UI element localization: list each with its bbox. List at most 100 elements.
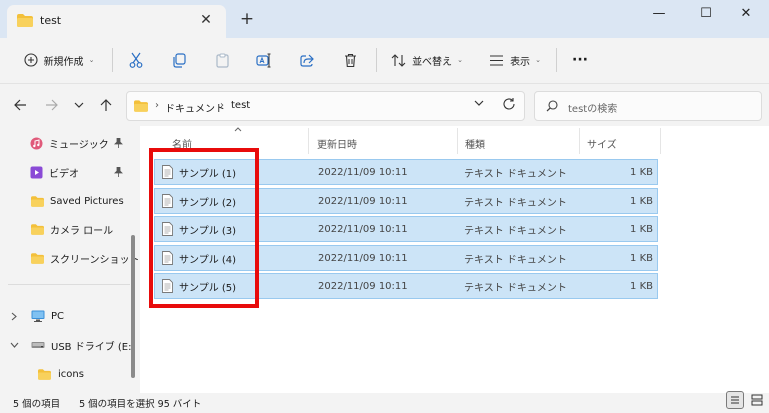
folder-icon bbox=[31, 195, 44, 207]
file-size: 1 KB bbox=[630, 280, 653, 292]
chevron-down-icon: ⌄ bbox=[535, 56, 541, 64]
column-header-label: 更新日時 bbox=[317, 139, 357, 151]
column-header-label: サイズ bbox=[587, 139, 617, 151]
sort-button[interactable]: 並べ替え ⌄ bbox=[386, 45, 468, 75]
chevron-down-icon: ⌄ bbox=[88, 56, 95, 64]
usb-drive-icon bbox=[31, 341, 45, 349]
folder-icon bbox=[31, 223, 44, 235]
folder-icon bbox=[31, 252, 44, 264]
delete-button[interactable] bbox=[337, 45, 363, 75]
view-button[interactable]: 表示 ⌄ bbox=[482, 45, 548, 75]
sidebar-item-saved-pictures[interactable]: Saved Pictures bbox=[0, 188, 139, 214]
sidebar-item-label: ミュージック bbox=[49, 139, 109, 151]
file-date: 2022/11/09 10:11 bbox=[318, 223, 408, 235]
column-header-date[interactable]: 更新日時 bbox=[317, 132, 457, 154]
tiles-view-icon[interactable] bbox=[749, 392, 765, 408]
rename-button[interactable] bbox=[251, 45, 277, 75]
file-type: テキスト ドキュメント bbox=[464, 168, 567, 180]
highlight-box bbox=[149, 148, 259, 308]
sort-button-label: 並べ替え bbox=[412, 56, 453, 68]
paste-button[interactable] bbox=[209, 45, 235, 75]
music-icon bbox=[30, 137, 43, 150]
video-icon bbox=[30, 166, 43, 179]
sidebar-item-label: USB ドライブ (E:) bbox=[51, 341, 136, 353]
more-options-button[interactable]: ··· bbox=[566, 45, 594, 75]
column-divider[interactable] bbox=[660, 128, 661, 154]
pin-icon bbox=[114, 138, 123, 148]
file-size: 1 KB bbox=[630, 223, 653, 235]
address-history-chevron-icon[interactable] bbox=[474, 100, 484, 106]
sidebar-item-label: icons bbox=[58, 368, 84, 380]
column-divider[interactable] bbox=[579, 128, 580, 154]
toolbar-divider bbox=[376, 48, 377, 72]
new-tab-button[interactable]: + bbox=[238, 10, 256, 28]
sidebar-item-label: PC bbox=[51, 310, 65, 322]
sidebar-item-screenshots[interactable]: スクリーンショット 1 bbox=[0, 245, 139, 271]
file-type: テキスト ドキュメント bbox=[464, 197, 567, 209]
file-size: 1 KB bbox=[630, 195, 653, 207]
toolbar-divider bbox=[556, 48, 557, 72]
copy-icon bbox=[172, 52, 186, 68]
sidebar-item-pc[interactable]: PC bbox=[0, 303, 139, 329]
clipboard-icon bbox=[215, 53, 229, 68]
toolbar-divider bbox=[112, 48, 113, 72]
forward-arrow-icon[interactable] bbox=[41, 95, 61, 115]
sidebar-divider bbox=[8, 284, 130, 285]
tab-title: test bbox=[40, 14, 62, 27]
column-header-label: 種類 bbox=[465, 139, 485, 151]
column-divider[interactable] bbox=[308, 128, 309, 154]
file-date: 2022/11/09 10:11 bbox=[318, 195, 408, 207]
file-size: 1 KB bbox=[630, 252, 653, 264]
sidebar-item-label: Saved Pictures bbox=[50, 195, 124, 207]
column-divider[interactable] bbox=[457, 128, 458, 154]
file-type: テキスト ドキュメント bbox=[464, 282, 567, 294]
new-button[interactable]: 新規作成 ⌄ bbox=[14, 45, 104, 75]
file-size: 1 KB bbox=[630, 166, 653, 178]
rename-icon bbox=[256, 53, 272, 68]
chevron-right-icon[interactable] bbox=[11, 312, 17, 321]
share-button[interactable] bbox=[294, 45, 320, 75]
sort-icon bbox=[391, 53, 406, 67]
new-button-label: 新規作成 bbox=[43, 56, 84, 68]
command-bar bbox=[0, 38, 769, 84]
recent-chevron-down-icon[interactable] bbox=[69, 95, 89, 115]
pc-icon bbox=[31, 310, 45, 322]
folder-icon bbox=[134, 100, 148, 112]
sidebar-item-camera-roll[interactable]: カメラ ロール bbox=[0, 216, 139, 242]
sidebar-item-usb-drive[interactable]: USB ドライブ (E:) bbox=[0, 332, 139, 358]
column-header-type[interactable]: 種類 bbox=[465, 132, 575, 154]
folder-icon bbox=[17, 14, 33, 27]
share-icon bbox=[299, 53, 315, 67]
close-window-button[interactable]: ✕ bbox=[723, 0, 769, 26]
chevron-down-icon[interactable] bbox=[10, 342, 19, 348]
copy-button[interactable] bbox=[166, 45, 192, 75]
folder-icon bbox=[38, 368, 51, 380]
refresh-icon[interactable] bbox=[502, 97, 516, 111]
column-header-size[interactable]: サイズ bbox=[587, 132, 657, 154]
status-bar: 5 個の項目 5 個の項目を選択 95 バイト bbox=[0, 393, 769, 413]
chevron-down-icon: ⌄ bbox=[457, 56, 463, 64]
sidebar-item-music[interactable]: ミュージック bbox=[0, 130, 139, 156]
plus-circle-icon bbox=[24, 53, 38, 67]
pin-icon bbox=[114, 167, 123, 177]
breadcrumb-test[interactable]: test bbox=[231, 100, 250, 111]
sidebar-item-video[interactable]: ビデオ bbox=[0, 159, 139, 185]
breadcrumb-documents[interactable]: ドキュメント bbox=[165, 100, 225, 115]
file-type: テキスト ドキュメント bbox=[464, 254, 567, 266]
status-selection: 5 個の項目を選択 95 バイト bbox=[79, 399, 202, 410]
up-arrow-icon[interactable] bbox=[96, 95, 116, 115]
details-view-icon[interactable] bbox=[726, 391, 744, 409]
trash-icon bbox=[344, 53, 357, 68]
sidebar-item-label: スクリーンショット 1 bbox=[50, 254, 139, 266]
minimize-button[interactable]: — bbox=[636, 0, 682, 26]
scissors-icon bbox=[129, 52, 143, 68]
back-arrow-icon[interactable] bbox=[10, 95, 30, 115]
sidebar-scrollbar[interactable] bbox=[131, 235, 135, 378]
cut-button[interactable] bbox=[123, 45, 149, 75]
sidebar-item-icons[interactable]: icons bbox=[0, 361, 139, 387]
file-date: 2022/11/09 10:11 bbox=[318, 166, 408, 178]
search-icon bbox=[546, 100, 558, 112]
search-placeholder[interactable]: testの検索 bbox=[568, 100, 617, 115]
sidebar-item-label: カメラ ロール bbox=[50, 225, 114, 237]
tab-close-icon[interactable]: ✕ bbox=[198, 12, 214, 28]
